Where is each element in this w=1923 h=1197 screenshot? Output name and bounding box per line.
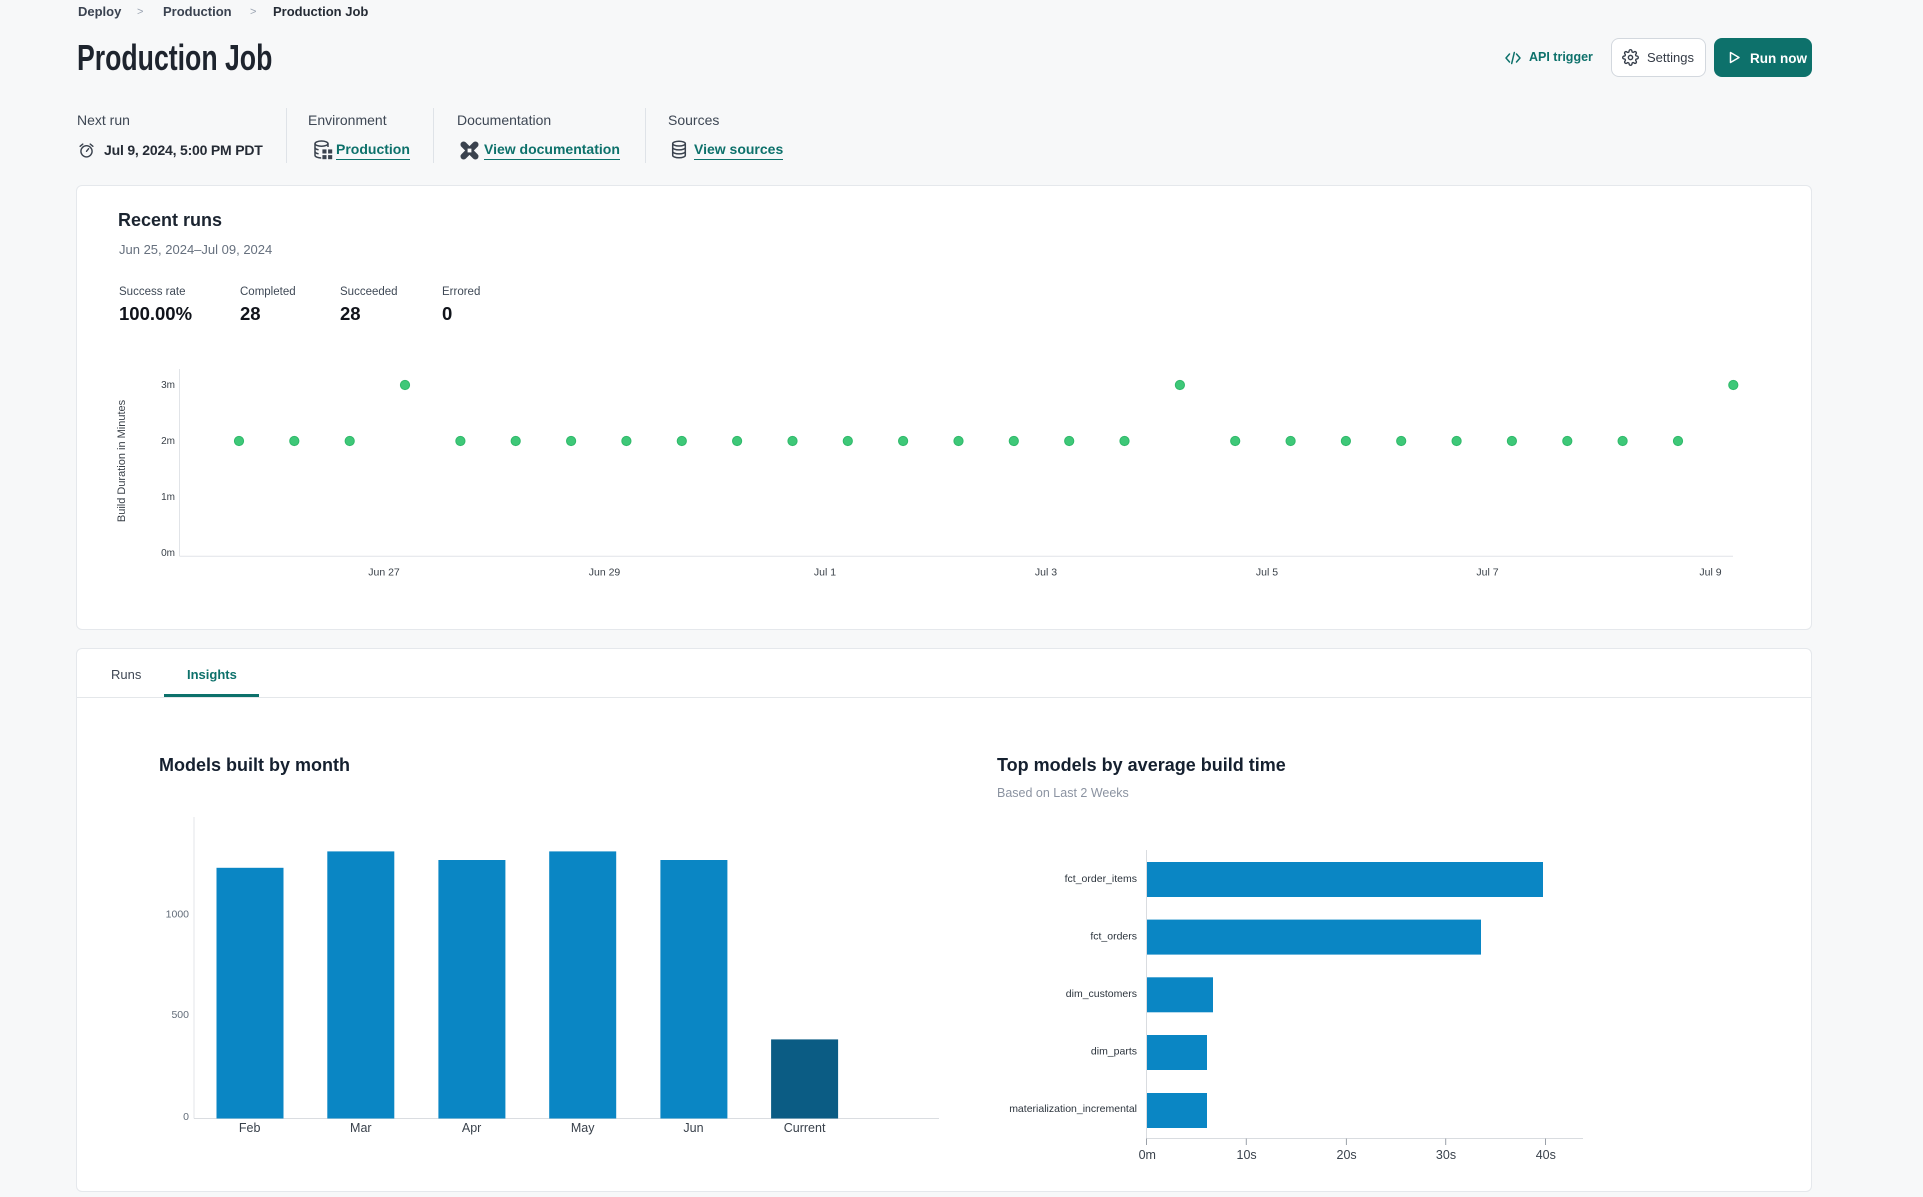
svg-text:Feb: Feb (239, 1121, 261, 1135)
svg-text:fct_order_items: fct_order_items (1065, 873, 1137, 885)
svg-text:2m: 2m (161, 436, 175, 447)
svg-text:Jun 29: Jun 29 (589, 567, 621, 579)
svg-text:Jul 3: Jul 3 (1035, 567, 1057, 579)
svg-text:Current: Current (784, 1121, 826, 1135)
svg-text:dim_customers: dim_customers (1066, 988, 1137, 1000)
svg-text:500: 500 (171, 1009, 189, 1021)
svg-text:Jun 27: Jun 27 (368, 567, 400, 579)
svg-text:40s: 40s (1536, 1148, 1556, 1162)
svg-text:1000: 1000 (166, 909, 190, 921)
svg-text:Jul 5: Jul 5 (1256, 567, 1278, 579)
svg-text:0m: 0m (161, 548, 175, 559)
svg-text:materialization_incremental: materialization_incremental (1009, 1103, 1137, 1115)
svg-text:3m: 3m (161, 380, 175, 391)
svg-text:May: May (571, 1121, 595, 1135)
svg-text:1m: 1m (161, 492, 175, 503)
svg-text:Apr: Apr (462, 1121, 481, 1135)
svg-text:fct_orders: fct_orders (1090, 931, 1137, 943)
svg-text:20s: 20s (1337, 1148, 1357, 1162)
svg-text:Build Duration in Minutes: Build Duration in Minutes (116, 399, 128, 522)
svg-text:Jul 7: Jul 7 (1476, 567, 1498, 579)
svg-text:0m: 0m (1139, 1148, 1156, 1162)
svg-text:0: 0 (183, 1111, 189, 1123)
svg-text:Mar: Mar (350, 1121, 372, 1135)
svg-text:Jul 1: Jul 1 (814, 567, 836, 579)
svg-text:10s: 10s (1237, 1148, 1257, 1162)
svg-text:30s: 30s (1436, 1148, 1456, 1162)
svg-text:Jun: Jun (683, 1121, 703, 1135)
svg-text:dim_parts: dim_parts (1091, 1046, 1137, 1058)
svg-text:Jul 9: Jul 9 (1699, 567, 1721, 579)
